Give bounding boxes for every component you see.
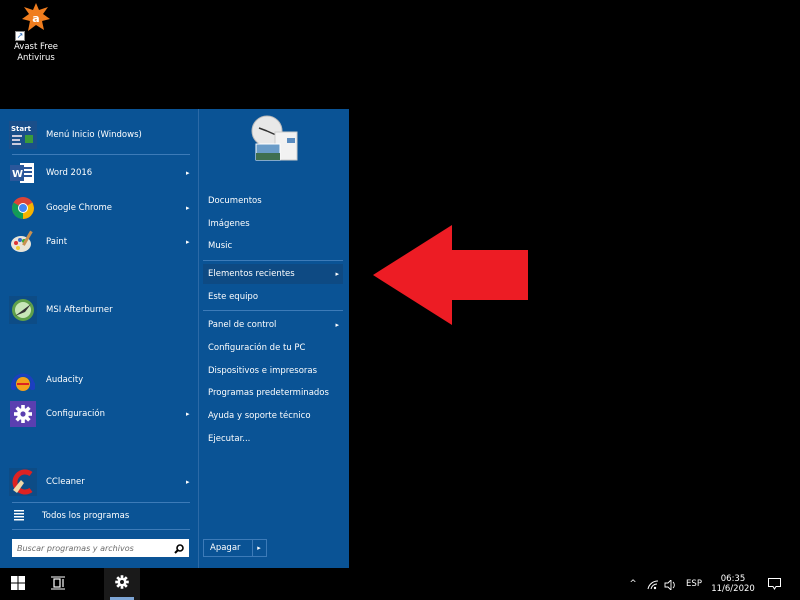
submenu-arrow-icon[interactable]: ▸ (335, 270, 339, 278)
program-label: Paint (46, 237, 68, 247)
program-label: Menú Inicio (Windows) (46, 130, 142, 140)
shortcut-arrow-icon: ↗ (15, 31, 25, 41)
program-label: Configuración (46, 409, 105, 419)
task-view-icon (51, 575, 65, 594)
start-menu-icon: Start (8, 120, 38, 150)
program-item-chrome[interactable]: Google Chrome ▸ (8, 193, 194, 223)
submenu-arrow-icon[interactable]: ▸ (186, 169, 194, 177)
red-arrow-annotation (373, 225, 528, 325)
left-arrow-icon (373, 225, 528, 325)
svg-text:Start: Start (11, 125, 32, 133)
search-box[interactable] (12, 539, 189, 557)
shutdown-options-arrow-icon[interactable]: ▸ (251, 540, 266, 556)
pinned-programs-column: Start Menú Inicio (Windows) W Word 2016 … (0, 109, 198, 568)
svg-text:W: W (12, 169, 23, 180)
program-label: Word 2016 (46, 168, 93, 178)
divider (203, 260, 343, 261)
desktop-icon-label: Avast Free Antivirus (13, 42, 59, 63)
program-item-configuracion[interactable]: Configuración ▸ (8, 399, 194, 429)
language-indicator: ESP (686, 579, 702, 589)
action-center-button[interactable] (762, 568, 786, 600)
program-item-msi-afterburner[interactable]: MSI Afterburner (8, 295, 194, 325)
right-item-dispositivos-impresoras[interactable]: Dispositivos e impresoras (203, 361, 343, 381)
avast-icon: a ↗ (15, 2, 51, 41)
program-item-paint[interactable]: Paint ▸ (8, 227, 194, 257)
program-item-menu-inicio[interactable]: Start Menú Inicio (Windows) (8, 120, 194, 150)
submenu-arrow-icon[interactable]: ▸ (186, 478, 194, 486)
word-icon: W (8, 158, 38, 188)
right-item-configuracion-pc[interactable]: Configuración de tu PC (203, 338, 343, 358)
start-button[interactable] (0, 568, 36, 600)
svg-text:a: a (32, 12, 39, 25)
chrome-icon (8, 193, 38, 223)
settings-gear-icon (114, 574, 130, 594)
clock-time: 06:35 (720, 574, 746, 584)
start-menu: Start Menú Inicio (Windows) W Word 2016 … (0, 109, 349, 568)
right-item-ejecutar[interactable]: Ejecutar... (203, 429, 343, 449)
list-icon (14, 507, 24, 526)
speaker-icon (664, 575, 676, 594)
chevron-up-icon: ^ (629, 579, 637, 589)
taskbar: ^ ESP 06:35 11/6/2020 (0, 568, 800, 600)
right-item-este-equipo[interactable]: Este equipo (203, 287, 343, 307)
program-item-audacity[interactable]: Audacity (8, 365, 194, 395)
right-item-programas-predeterminados[interactable]: Programas predeterminados (203, 383, 343, 403)
desktop-icon-avast[interactable]: a ↗ Avast Free Antivirus (6, 2, 66, 64)
divider (203, 310, 343, 311)
right-item-documentos[interactable]: Documentos (203, 191, 343, 211)
program-item-ccleaner[interactable]: CCleaner ▸ (8, 467, 194, 497)
user-picture-clock-icon (249, 114, 299, 168)
shutdown-button[interactable]: Apagar (204, 540, 252, 556)
notification-icon (767, 575, 781, 594)
program-item-word[interactable]: W Word 2016 ▸ (8, 158, 194, 188)
clock-date: 11/6/2020 (711, 584, 755, 594)
divider (12, 154, 190, 155)
right-item-elementos-recientes[interactable]: Elementos recientes ▸ (203, 264, 343, 284)
program-label: Google Chrome (46, 203, 113, 213)
settings-gear-icon (8, 399, 38, 429)
right-item-panel-de-control[interactable]: Panel de control ▸ (203, 315, 343, 335)
audacity-icon (8, 365, 38, 395)
language-button[interactable]: ESP (682, 568, 706, 600)
network-button[interactable] (645, 568, 661, 600)
all-programs-button[interactable]: Todos los programas (14, 509, 194, 523)
program-label: Audacity (46, 375, 84, 385)
windows-logo-icon (11, 575, 25, 594)
program-label: CCleaner (46, 477, 85, 487)
divider (12, 502, 190, 503)
wifi-icon (647, 575, 659, 594)
submenu-arrow-icon[interactable]: ▸ (186, 410, 194, 418)
submenu-arrow-icon[interactable]: ▸ (186, 204, 194, 212)
show-hidden-icons-button[interactable]: ^ (626, 568, 640, 600)
paint-icon (8, 227, 38, 257)
search-input[interactable] (17, 543, 174, 553)
all-programs-label: Todos los programas (42, 511, 130, 521)
search-icon[interactable] (174, 539, 184, 558)
clock-button[interactable]: 06:35 11/6/2020 (710, 568, 756, 600)
divider (12, 529, 190, 530)
settings-taskbar-button[interactable] (104, 568, 140, 600)
task-view-button[interactable] (40, 568, 76, 600)
right-item-music[interactable]: Music (203, 236, 343, 256)
system-links-column: Documentos Imágenes Music Elementos reci… (198, 109, 349, 568)
submenu-arrow-icon[interactable]: ▸ (186, 238, 194, 246)
msi-afterburner-icon (8, 295, 38, 325)
volume-button[interactable] (662, 568, 678, 600)
submenu-arrow-icon[interactable]: ▸ (335, 321, 339, 329)
right-item-ayuda-soporte[interactable]: Ayuda y soporte técnico (203, 406, 343, 426)
right-item-imagenes[interactable]: Imágenes (203, 214, 343, 234)
program-label: MSI Afterburner (46, 305, 113, 315)
shutdown-button-group: Apagar ▸ (203, 539, 267, 557)
ccleaner-icon (8, 467, 38, 497)
